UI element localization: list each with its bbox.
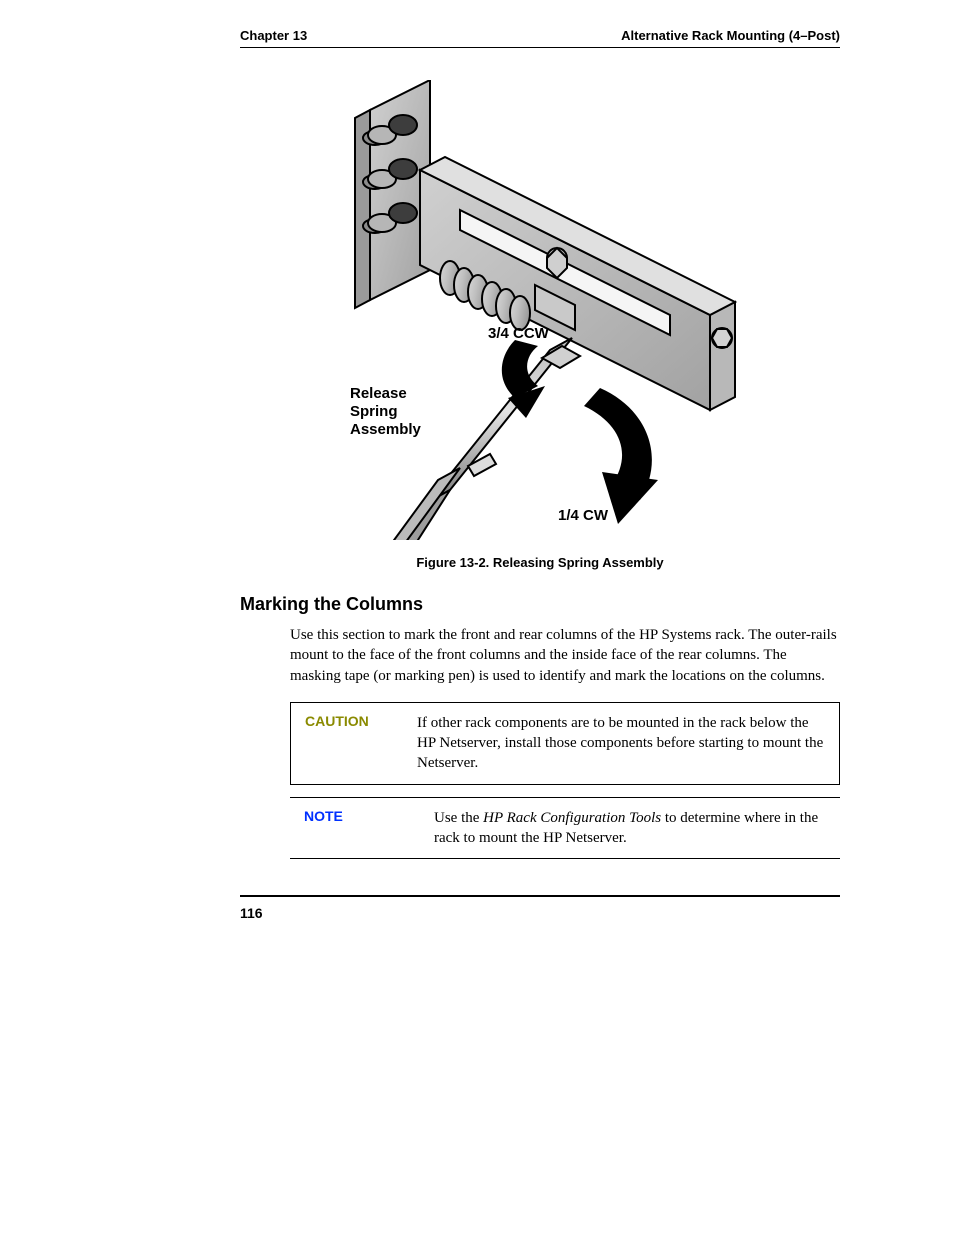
figure-13-2: 3/4 CCW Release Spring Assembly 1/4 CW F… xyxy=(240,80,840,570)
spring-assembly-illustration: 3/4 CCW Release Spring Assembly 1/4 CW xyxy=(340,80,740,540)
section-heading-marking-columns: Marking the Columns xyxy=(240,594,840,615)
figure-label-release-2: Spring xyxy=(350,403,398,420)
figure-label-cw: 1/4 CW xyxy=(558,507,609,524)
note-label: NOTE xyxy=(304,808,376,824)
header-chapter: Chapter 13 xyxy=(240,28,307,43)
document-page: Chapter 13 Alternative Rack Mounting (4–… xyxy=(240,28,840,921)
running-header: Chapter 13 Alternative Rack Mounting (4–… xyxy=(240,28,840,48)
caution-text: If other rack components are to be mount… xyxy=(417,713,825,774)
note-callout: NOTE Use the HP Rack Configuration Tools… xyxy=(290,797,840,860)
figure-label-ccw: 3/4 CCW xyxy=(488,325,550,342)
header-title: Alternative Rack Mounting (4–Post) xyxy=(621,28,840,43)
note-italic: HP Rack Configuration Tools xyxy=(483,810,661,826)
section-paragraph: Use this section to mark the front and r… xyxy=(290,625,840,686)
note-text: Use the HP Rack Configuration Tools to d… xyxy=(434,808,826,849)
figure-label-release-1: Release xyxy=(350,385,407,402)
figure-label-release-3: Assembly xyxy=(350,421,422,438)
note-prefix: Use the xyxy=(434,810,483,826)
caution-callout: CAUTION If other rack components are to … xyxy=(290,702,840,785)
caution-label: CAUTION xyxy=(305,713,377,729)
figure-caption: Figure 13-2. Releasing Spring Assembly xyxy=(240,555,840,570)
page-number: 116 xyxy=(240,905,263,921)
page-footer: 116 xyxy=(240,895,840,921)
